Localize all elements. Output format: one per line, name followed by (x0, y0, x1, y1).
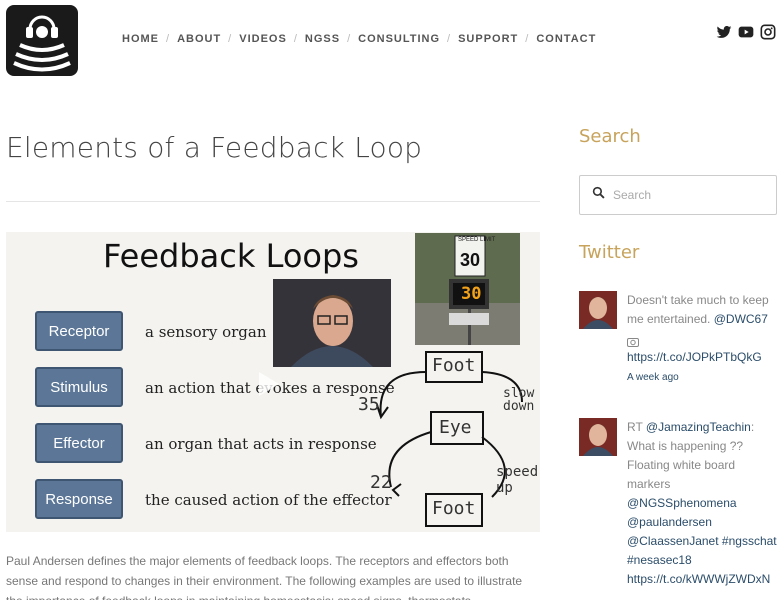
nav-separator: / (293, 33, 298, 45)
sketch-speed-up: speed up (496, 464, 539, 496)
nav-videos[interactable]: VIDEOS (239, 33, 287, 45)
nav-contact[interactable]: CONTACT (536, 33, 596, 45)
tweet-text: Doesn't take much to keep me entertained… (627, 291, 779, 387)
nav-support[interactable]: SUPPORT (458, 33, 518, 45)
tweet-tag[interactable]: @paulandersen (627, 515, 712, 529)
video-player[interactable]: Feedback Loops Receptor a sensory organ … (6, 232, 540, 532)
nav-consulting[interactable]: CONSULTING (358, 33, 440, 45)
headphones-signal-logo-icon (13, 15, 71, 72)
tweet-link[interactable]: https://t.co/kWWWjZWDxN (627, 572, 770, 586)
page-title: Elements of a Feedback Loop (6, 131, 423, 164)
tweet-link[interactable]: https://t.co/JOPkPTbQkG (627, 350, 762, 364)
post-excerpt: Paul Andersen defines the major elements… (6, 554, 523, 600)
avatar[interactable] (579, 291, 617, 329)
sketch-slow-down: slow down (503, 386, 535, 414)
nav-separator: / (447, 33, 452, 45)
instagram-icon[interactable] (760, 24, 776, 40)
tweet-time[interactable]: A week ago (627, 372, 679, 383)
tweet-tag[interactable]: @ClaassenJanet (627, 534, 719, 548)
nav-about[interactable]: ABOUT (177, 33, 221, 45)
twitter-heading: Twitter (579, 242, 640, 263)
sketch-foot-top: Foot (432, 355, 476, 376)
nav-separator: / (166, 33, 171, 45)
sketch-left-number: 35 (358, 394, 380, 415)
search-heading: Search (579, 126, 641, 147)
site-logo[interactable] (6, 5, 78, 76)
tweet-tag[interactable]: #nesasec18 (627, 553, 692, 567)
tweet-tag[interactable]: @NGSSphenomena (627, 496, 737, 510)
tweet-rt-prefix: RT (627, 420, 646, 434)
play-icon[interactable] (259, 372, 279, 396)
tweet-mention[interactable]: @JamazingTeachin (646, 420, 751, 434)
image-icon (627, 334, 639, 347)
tweet-mention[interactable]: @DWC67 (714, 312, 768, 326)
avatar[interactable] (579, 418, 617, 456)
social-links (716, 24, 776, 40)
title-divider (6, 201, 540, 202)
youtube-icon[interactable] (738, 24, 754, 40)
twitter-icon[interactable] (716, 24, 732, 40)
search-icon[interactable] (592, 186, 605, 204)
nav-separator: / (228, 33, 233, 45)
search-form (579, 175, 777, 215)
search-input[interactable] (613, 188, 763, 202)
nav-home[interactable]: HOME (122, 33, 159, 45)
sketch-foot-bottom: Foot (432, 498, 476, 519)
nav-ngss[interactable]: NGSS (305, 33, 340, 45)
tweet-text: RT @JamazingTeachin: What is happening ?… (627, 418, 779, 589)
nav-separator: / (347, 33, 352, 45)
sketch-bottom-number: 22 (370, 472, 392, 493)
nav-separator: / (525, 33, 530, 45)
sketch-eye: Eye (439, 417, 472, 438)
tweet-tag[interactable]: #ngsschat (722, 534, 777, 548)
main-nav: HOME / ABOUT / VIDEOS / NGSS / CONSULTIN… (122, 33, 596, 45)
